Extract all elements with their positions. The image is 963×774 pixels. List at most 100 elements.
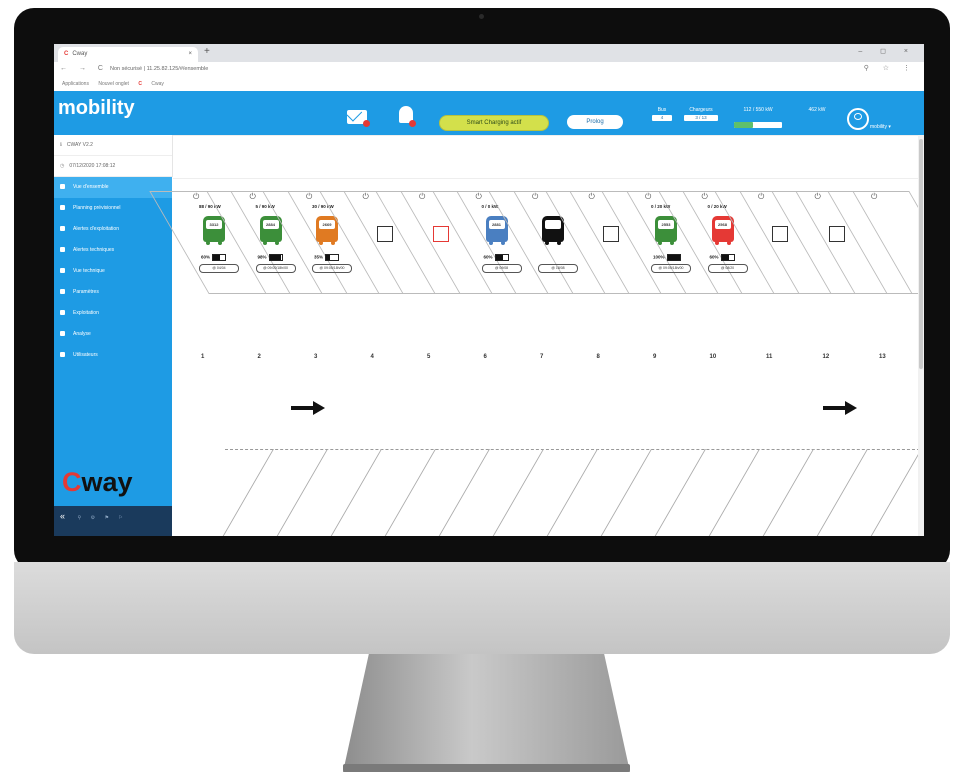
sidebar-item-analysis[interactable]: Analyse [54,324,172,345]
slot-number: 10 [709,354,717,360]
slot-number: 12 [822,354,830,360]
bus-number [545,220,561,229]
battery-icon [720,254,735,261]
sidebar-item-technical-alerts[interactable]: Alertes techniques [54,240,172,261]
soc-label: 60% [483,254,493,260]
bus-wheel-icon [726,241,731,245]
footer-icons[interactable]: ⚲ ⚙ ⚑ ⚐ [78,515,127,521]
gear-icon [60,289,65,295]
clock-icon: ◷ [60,163,65,169]
url-field[interactable]: Non sécurisé | 11.25.82.125/#/ensemble [110,64,710,75]
bus-icon[interactable]: 2553 [655,216,677,245]
bus-wheel-icon [218,241,222,245]
sidebar-item-exploitation[interactable]: Exploitation [54,303,172,324]
battery-fill [667,255,680,260]
departure-badge: @ 04/04 [199,264,239,273]
user-menu[interactable]: mobility ▾ [870,124,891,130]
browser-toolbar-icons[interactable]: ⚲ ☆ ⋮ [864,64,916,72]
prolog-button[interactable]: Prolog [567,115,623,129]
bus-number: 2553 [658,220,674,229]
scrollbar-thumb[interactable] [919,139,923,369]
charger-plug-icon[interactable]: ⏻ [758,192,764,202]
bookmark-cway[interactable]: C Cway [138,81,164,87]
wrench-icon [60,268,65,274]
browser-tab[interactable]: C Cway × [58,47,198,62]
battery-fill [326,255,331,260]
bus-number: 2884 [262,220,279,229]
bookmark-new-tab[interactable]: Nouvel onglet [98,81,129,87]
empty-slot-icon [433,226,449,242]
charger-plug-icon[interactable]: ⏻ [306,192,312,202]
charger-plug-icon[interactable]: ⏻ [363,192,369,202]
sidebar-item-operation-alerts[interactable]: Alertes d'exploitation [54,219,172,240]
power-progress-bar [734,122,782,128]
bus-icon[interactable]: 2669 [316,216,338,245]
new-tab-button[interactable]: + [204,46,210,57]
datetime-row: ◷ 07/12/2020 17:08:12 [54,156,172,177]
smart-charging-button[interactable]: Smart Charging actif [439,115,549,131]
charger-plug-icon[interactable]: ⏻ [532,192,538,202]
planning-icon [60,205,65,211]
bus-number: 2568 [714,220,731,229]
slot-number: 4 [370,354,374,360]
bell-alert-badge [409,120,416,127]
charger-plug-icon[interactable]: ⏻ [815,192,821,202]
charger-plug-icon[interactable]: ⏻ [589,192,595,202]
app-header: mobility Smart Charging actif Prolog Bus… [54,91,924,135]
bus-wheel-icon [500,241,505,245]
sidebar-item-settings[interactable]: Paramètres [54,282,172,303]
monitor-stand [343,654,630,772]
departure-badge: @ 09:00/18h/00 [651,264,691,273]
battery-icon [494,254,509,261]
user-avatar-icon[interactable] [847,108,869,130]
charger-plug-icon[interactable]: ⏻ [476,192,482,202]
charger-plug-icon[interactable]: ⏻ [193,192,199,202]
window-controls[interactable]: – ◻ × [858,47,916,55]
departure-badge: @ 09:00/18h/00 [255,264,296,273]
collapse-sidebar-icon[interactable]: « [60,511,65,521]
stat-total-power: 462 kW [808,107,826,113]
edit-icon [60,310,65,316]
bus-icon[interactable]: 3312 [203,216,225,245]
slot-number: 3 [314,354,318,360]
sidebar-item-technical-view[interactable]: Vue technique [54,261,172,282]
bus-wheel-icon [274,241,279,245]
info-icon: ℹ [60,142,62,148]
monitor-chin [14,562,950,654]
slot-number: 7 [540,354,544,360]
mail-alert-badge [363,120,370,127]
nav-buttons[interactable]: ← → C [60,65,108,72]
direction-arrow-icon [291,400,325,416]
bus-wheel-icon [262,241,267,245]
browser-tab-bar: C Cway × + – ◻ × [54,44,924,62]
bus-icon[interactable] [542,216,564,245]
bus-wheel-icon [331,241,335,245]
empty-slot-icon [602,226,619,242]
bookmark-apps[interactable]: Applications [62,81,89,87]
bookmarks-bar: Applications Nouvel onglet C Cway [54,78,924,92]
stat-bus: Bus 4 [652,107,672,121]
tab-close-icon[interactable]: × [188,47,192,62]
bus-wheel-icon [670,241,674,245]
slot-number: 11 [766,354,773,360]
charger-plug-icon[interactable]: ⏻ [645,192,651,202]
battery-fill [269,255,282,260]
sidebar-item-users[interactable]: Utilisateurs [54,345,172,366]
bus-number: 2669 [319,220,335,229]
bus-wheel-icon [545,241,549,245]
charger-plug-icon[interactable]: ⏻ [419,192,425,202]
power-progress-fill [734,122,754,128]
slot-number: 2 [257,354,261,360]
slot-number: 5 [427,354,431,360]
charger-plug-icon[interactable]: ⏻ [250,192,256,202]
scrollbar[interactable] [918,135,924,536]
stat-chargers: Chargeurs 3 / 13 [684,107,718,121]
charging-slot[interactable]: ⏻ [871,192,924,296]
battery-fill [213,255,221,260]
soc-label: 60% [709,254,719,260]
soc-label: 100% [653,254,665,260]
bus-wheel-icon [206,241,210,245]
charger-plug-icon[interactable]: ⏻ [702,192,708,202]
slot-number: 9 [653,354,657,360]
charger-plug-icon[interactable]: ⏻ [871,192,877,202]
